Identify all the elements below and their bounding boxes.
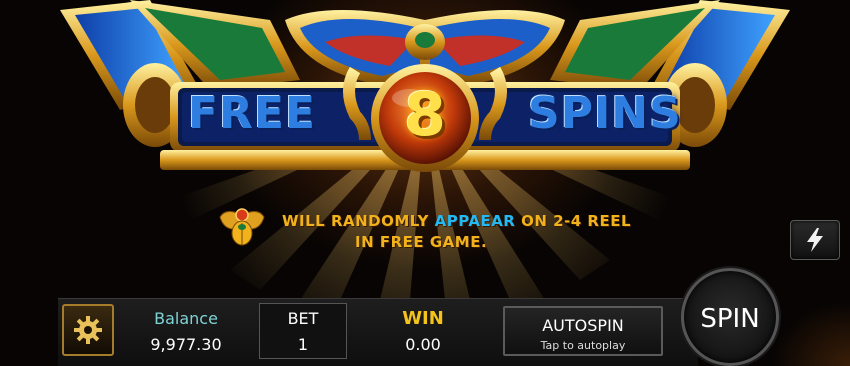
bet-selector[interactable]: BET 1 [259,303,347,359]
bet-label: BET [287,309,319,328]
banner-spins-text: SPINS [528,88,682,139]
win-value: 0.00 [405,335,441,354]
balance-label: Balance [154,309,218,328]
autospin-label: AUTOSPIN [542,316,624,335]
turbo-button[interactable] [790,220,840,260]
feature-info: WILL RANDOMLY APPAEAR ON 2-4 REEL IN FRE… [218,205,638,255]
win-label: WIN [402,308,444,329]
banner-free-text: FREE [188,88,317,139]
info-highlight: APPAEAR [434,212,516,230]
spin-button[interactable]: SPIN [681,268,779,366]
corner-glow [770,300,850,366]
info-line-1: WILL RANDOMLY APPAEAR ON 2-4 REEL [282,212,632,230]
scarab-icon [219,208,265,246]
settings-button[interactable] [62,304,114,356]
spin-label: SPIN [700,304,760,334]
gear-icon [74,316,102,344]
info-line-2: IN FREE GAME. [355,233,488,251]
balance-value: 9,977.30 [150,335,222,354]
free-spins-count: 8 [404,80,446,150]
autospin-button[interactable]: AUTOSPIN Tap to autoplay [503,306,663,356]
bet-value: 1 [297,335,309,354]
lightning-icon [807,228,823,252]
autospin-hint: Tap to autoplay [540,339,626,352]
game-scene: FREE 8 SPINS WILL RANDOMLY APPAEAR ON 2-… [0,0,850,366]
